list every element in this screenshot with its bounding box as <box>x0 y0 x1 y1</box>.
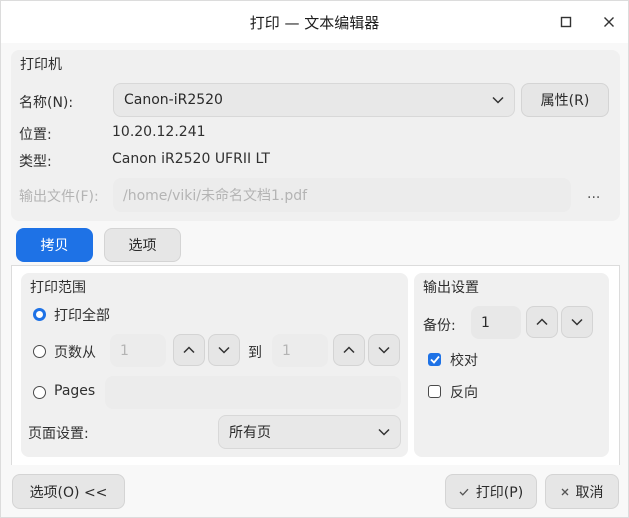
pages-label: Pages <box>54 383 96 399</box>
properties-button[interactable]: 属性(R) <box>521 83 609 117</box>
printer-type-value: Canon iR2520 UFRII LT <box>112 151 270 167</box>
chevron-down-icon <box>571 318 583 326</box>
page-to-increment[interactable] <box>333 334 365 366</box>
chevron-down-icon <box>378 346 390 354</box>
chevron-down-icon <box>492 96 504 104</box>
page-from-decrement[interactable] <box>208 334 240 366</box>
checkmark-icon <box>459 488 469 496</box>
printer-name-label: 名称(N): <box>19 95 74 111</box>
chevron-down-icon <box>378 428 390 436</box>
collate-checkbox[interactable] <box>428 353 441 366</box>
output-file-value: /home/viki/未命名文档1.pdf <box>123 188 308 204</box>
page-setting-label: 页面设置: <box>28 426 89 442</box>
page-range-label: 页数从 <box>54 345 96 361</box>
print-dialog: 打印 — 文本编辑器 打印机 名称(N): Canon-iR2520 属性(R)… <box>0 0 629 518</box>
page-to-input[interactable]: 1 <box>272 334 328 367</box>
collate-label: 校对 <box>450 353 478 369</box>
print-button[interactable]: 打印(P) <box>445 474 537 509</box>
chevron-up-icon <box>343 346 355 354</box>
printer-location-label: 位置: <box>19 127 52 143</box>
page-setting-select[interactable]: 所有页 <box>218 415 401 449</box>
printer-location-value: 10.20.12.241 <box>112 124 206 140</box>
chevron-down-icon <box>218 346 230 354</box>
print-range-title: 打印范围 <box>30 280 86 296</box>
pages-input[interactable] <box>105 376 401 409</box>
cancel-button[interactable]: 取消 <box>545 474 619 509</box>
printer-name-value: Canon-iR2520 <box>124 92 223 108</box>
copies-decrement[interactable] <box>561 306 593 338</box>
chevron-up-icon <box>536 318 548 326</box>
output-settings-title: 输出设置 <box>423 280 479 296</box>
page-range-radio[interactable] <box>33 345 46 358</box>
close-icon <box>604 17 614 27</box>
reverse-checkbox[interactable] <box>428 385 441 398</box>
copies-input[interactable]: 1 <box>471 306 521 339</box>
printer-section-title: 打印机 <box>20 57 62 73</box>
window-title: 打印 — 文本编辑器 <box>249 14 380 32</box>
reverse-label: 反向 <box>450 385 478 401</box>
print-range-panel: 打印范围 打印全部 页数从 1 到 1 Pages 页面设置: 所有页 <box>21 273 408 457</box>
maximize-button[interactable] <box>553 9 579 35</box>
pages-radio[interactable] <box>33 386 46 399</box>
checkmark-icon <box>429 355 440 364</box>
page-from-input[interactable]: 1 <box>110 334 166 367</box>
title-bar: 打印 — 文本编辑器 <box>1 1 628 43</box>
output-file-input[interactable]: /home/viki/未命名文档1.pdf <box>113 178 571 212</box>
printer-panel: 打印机 名称(N): Canon-iR2520 属性(R) 位置: 10.20.… <box>11 50 620 221</box>
print-all-radio[interactable] <box>33 308 46 321</box>
close-button[interactable] <box>596 9 622 35</box>
page-to-decrement[interactable] <box>368 334 400 366</box>
page-from-value: 1 <box>120 342 129 359</box>
page-to-label: 到 <box>248 345 262 361</box>
copies-increment[interactable] <box>526 306 558 338</box>
print-button-label: 打印(P) <box>475 484 524 501</box>
print-all-label: 打印全部 <box>54 308 110 324</box>
maximize-icon <box>560 16 572 28</box>
browse-button[interactable]: ... <box>587 186 600 202</box>
page-to-value: 1 <box>282 342 291 359</box>
cancel-button-label: 取消 <box>575 484 604 501</box>
page-setting-value: 所有页 <box>229 425 271 441</box>
output-settings-panel: 输出设置 备份: 1 校对 反向 <box>414 273 609 457</box>
printer-name-select[interactable]: Canon-iR2520 <box>113 83 515 117</box>
options-toggle-button[interactable]: 选项(O) << <box>12 474 125 509</box>
page-from-increment[interactable] <box>173 334 205 366</box>
tab-options[interactable]: 选项 <box>104 228 181 262</box>
chevron-up-icon <box>183 346 195 354</box>
copies-label: 备份: <box>423 318 456 334</box>
output-file-label: 输出文件(F): <box>19 189 99 205</box>
close-icon <box>561 488 568 495</box>
copies-value: 1 <box>481 314 490 331</box>
tab-copy[interactable]: 拷贝 <box>16 228 93 262</box>
printer-type-label: 类型: <box>19 154 52 170</box>
